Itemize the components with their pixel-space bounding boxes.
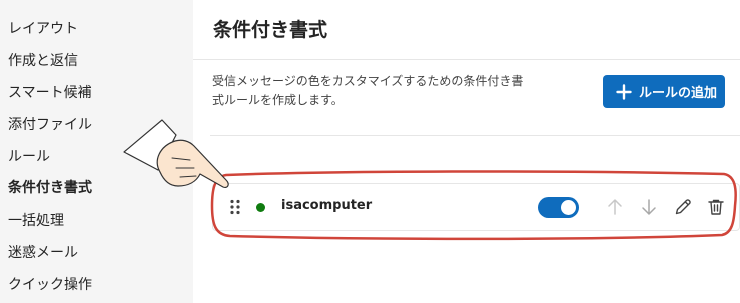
sidebar-item-conditional-formatting[interactable]: 条件付き書式: [8, 178, 92, 198]
settings-sidebar: レイアウト 作成と返信 スマート候補 添付ファイル ルール 条件付き書式 一括処…: [0, 0, 193, 303]
sidebar-item-smart-suggestions[interactable]: スマート候補: [8, 83, 92, 103]
rule-name: isacomputer: [281, 198, 373, 213]
description: 受信メッセージの色をカスタマイズするための条件付き書 式ルールを作成します。: [212, 72, 532, 110]
sidebar-item-layout[interactable]: レイアウト: [8, 19, 78, 39]
add-rule-label: ルールの追加: [639, 86, 718, 101]
sidebar-item-compose-reply[interactable]: 作成と返信: [8, 51, 78, 71]
description-line: 受信メッセージの色をカスタマイズするための条件付き書: [212, 74, 524, 88]
divider: [210, 135, 740, 136]
drag-handle-icon[interactable]: [229, 199, 241, 215]
sidebar-item-junk-email[interactable]: 迷惑メール: [8, 243, 78, 263]
arrow-down-icon[interactable]: [638, 196, 660, 218]
main-panel: 条件付き書式 受信メッセージの色をカスタマイズするための条件付き書 式ルールを作…: [193, 0, 740, 303]
arrow-up-icon[interactable]: [604, 196, 626, 218]
description-line: 式ルールを作成します。: [212, 93, 343, 107]
sidebar-item-quick-actions[interactable]: クイック操作: [8, 275, 92, 295]
pencil-icon[interactable]: [672, 196, 694, 218]
toggle-knob: [561, 200, 576, 215]
sidebar-item-rules[interactable]: ルール: [8, 147, 50, 167]
add-rule-button[interactable]: ルールの追加: [603, 75, 725, 108]
page-title: 条件付き書式: [213, 19, 328, 41]
divider: [193, 59, 740, 60]
trash-icon[interactable]: [705, 196, 727, 218]
sidebar-item-sweep[interactable]: 一括処理: [8, 211, 64, 231]
rule-row[interactable]: isacomputer: [212, 183, 740, 231]
sidebar-item-attachments[interactable]: 添付ファイル: [8, 115, 92, 135]
plus-icon: [616, 83, 632, 100]
rule-enabled-toggle[interactable]: [538, 197, 579, 218]
status-dot: [256, 203, 265, 212]
